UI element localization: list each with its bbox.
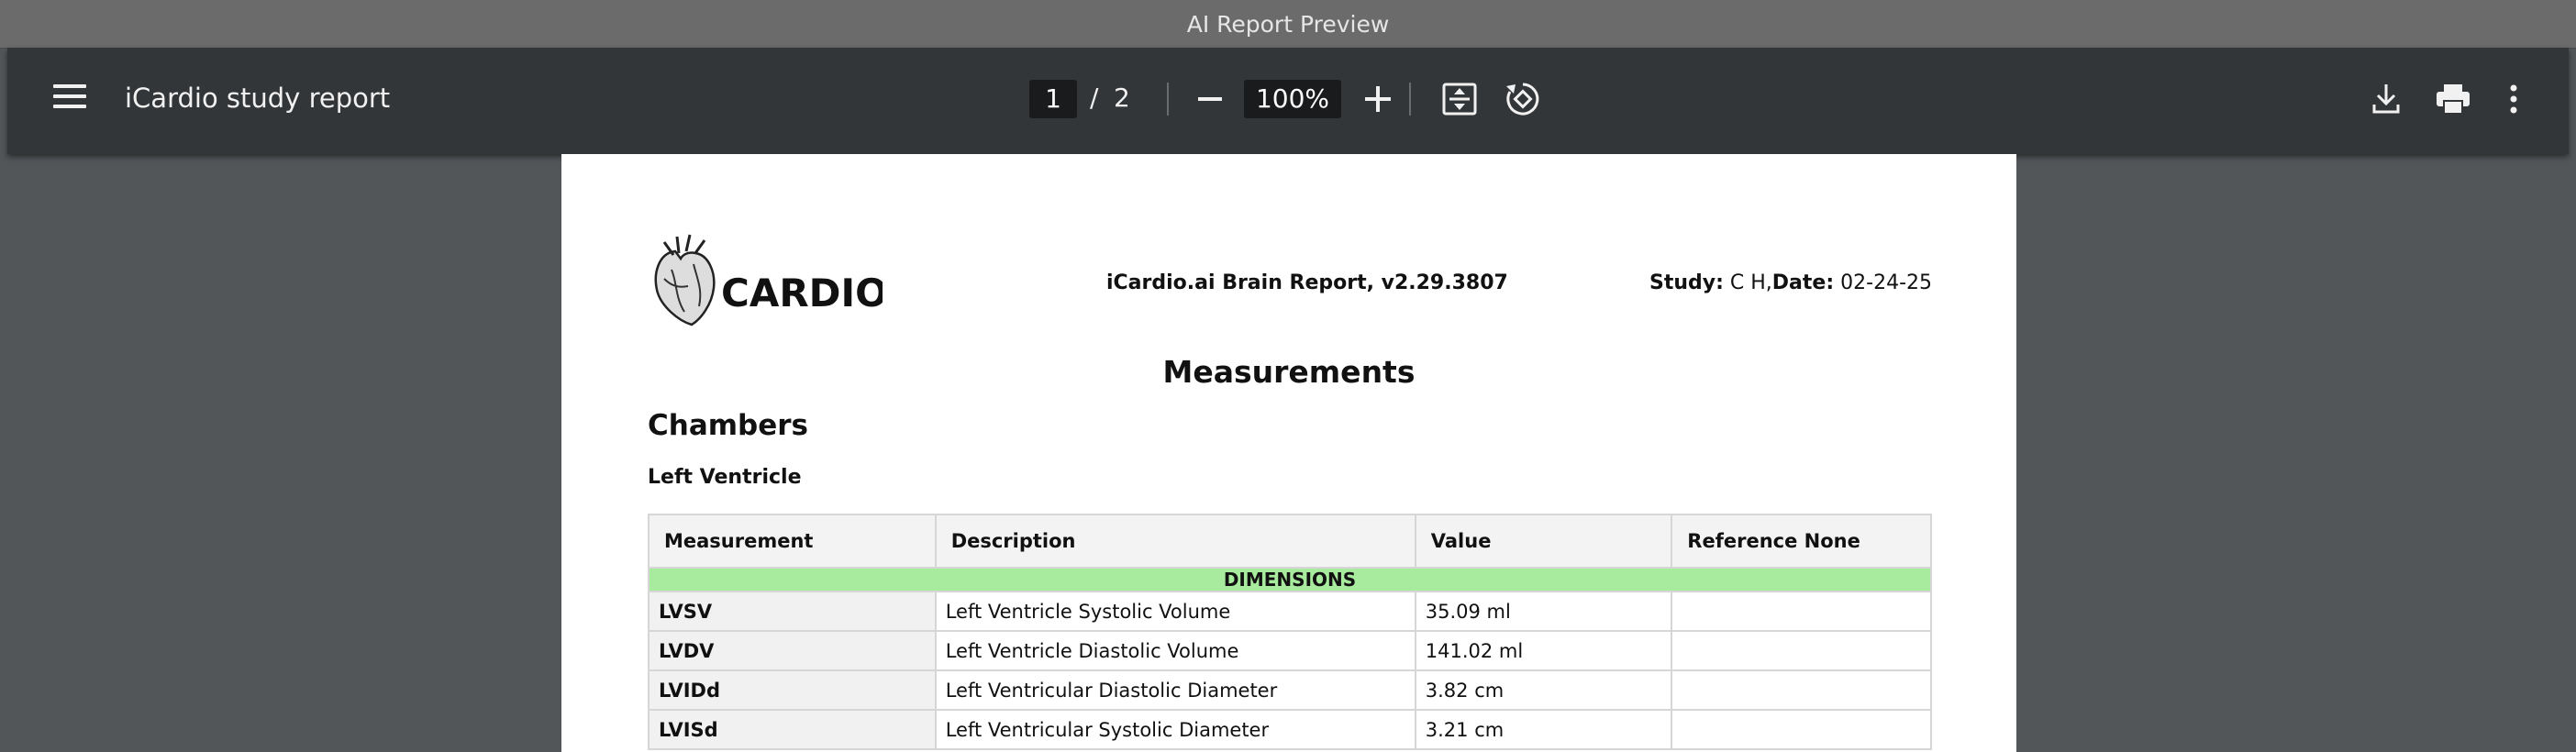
page-number-input[interactable]: 1 bbox=[1029, 80, 1077, 118]
zoom-level-input[interactable]: 100% bbox=[1244, 80, 1341, 118]
section-heading: Chambers bbox=[648, 409, 808, 442]
study-value: C H, bbox=[1729, 271, 1772, 294]
measurements-heading: Measurements bbox=[1162, 354, 1416, 390]
column-header: Description bbox=[934, 514, 1416, 569]
subsection-heading: Left Ventricle bbox=[648, 466, 802, 489]
measurement-description: Left Ventricle Systolic Volume bbox=[934, 591, 1416, 632]
measurement-value: 35.09 ml bbox=[1414, 591, 1673, 632]
window-titlebar: AI Report Preview bbox=[0, 0, 2576, 49]
fit-to-page-icon[interactable] bbox=[1442, 83, 1477, 116]
measurement-value: 3.21 cm bbox=[1414, 709, 1673, 750]
zoom-in-icon[interactable] bbox=[1365, 86, 1391, 112]
date-label: Date: bbox=[1771, 271, 1835, 294]
svg-text:CARDIO.ai: CARDIO.ai bbox=[721, 271, 883, 315]
table-row: LVISd Left Ventricular Systolic Diameter… bbox=[648, 709, 1932, 750]
report-title: iCardio.ai Brain Report, v2.29.3807 bbox=[1106, 271, 1508, 294]
measurement-value: 141.02 ml bbox=[1414, 630, 1673, 671]
icardio-logo: CARDIO.ai bbox=[654, 234, 883, 326]
zoom-out-icon[interactable] bbox=[1198, 97, 1222, 101]
measurements-table: Measurement Description Value Reference … bbox=[648, 514, 1932, 750]
table-header-row: Measurement Description Value Reference … bbox=[648, 514, 1932, 569]
measurement-reference bbox=[1671, 591, 1932, 632]
menu-icon[interactable] bbox=[53, 84, 86, 112]
pdf-page: CARDIO.ai iCardio.ai Brain Report, v2.29… bbox=[561, 154, 2016, 752]
measurement-code: LVIDd bbox=[648, 669, 937, 711]
measurement-reference bbox=[1671, 630, 1932, 671]
group-label: DIMENSIONS bbox=[648, 567, 1932, 592]
page-separator: / bbox=[1090, 83, 1099, 113]
study-label: Study: bbox=[1649, 271, 1724, 294]
table-group-row: DIMENSIONS bbox=[648, 567, 1932, 592]
print-icon[interactable] bbox=[2435, 83, 2471, 116]
date-value: 02-24-25 bbox=[1840, 271, 1932, 294]
measurement-description: Left Ventricular Diastolic Diameter bbox=[934, 669, 1416, 711]
table-row: LVDV Left Ventricle Diastolic Volume 141… bbox=[648, 630, 1932, 671]
column-header: Value bbox=[1414, 514, 1673, 569]
measurement-reference bbox=[1671, 709, 1932, 750]
pdf-toolbar: iCardio study report 1 / 2 100% bbox=[7, 48, 2569, 154]
toolbar-divider bbox=[1167, 83, 1169, 116]
measurement-value: 3.82 cm bbox=[1414, 669, 1673, 711]
table-row: LVIDd Left Ventricular Diastolic Diamete… bbox=[648, 669, 1932, 711]
table-row: LVSV Left Ventricle Systolic Volume 35.0… bbox=[648, 591, 1932, 632]
more-options-icon[interactable] bbox=[2508, 84, 2519, 114]
measurement-code: LVSV bbox=[648, 591, 937, 632]
study-info: Study: C H,Date: 02-24-25 bbox=[1649, 271, 1932, 294]
measurement-description: Left Ventricular Systolic Diameter bbox=[934, 709, 1416, 750]
measurement-code: LVDV bbox=[648, 630, 937, 671]
rotate-icon[interactable] bbox=[1505, 81, 1541, 117]
window-title: AI Report Preview bbox=[1186, 11, 1390, 38]
download-icon[interactable] bbox=[2371, 83, 2402, 116]
total-pages: 2 bbox=[1114, 83, 1130, 113]
toolbar-divider bbox=[1409, 83, 1411, 116]
column-header: Measurement bbox=[648, 514, 937, 569]
measurement-code: LVISd bbox=[648, 709, 937, 750]
measurement-reference bbox=[1671, 669, 1932, 711]
document-title: iCardio study report bbox=[125, 83, 391, 114]
measurement-description: Left Ventricle Diastolic Volume bbox=[934, 630, 1416, 671]
column-header: Reference None bbox=[1671, 514, 1932, 569]
